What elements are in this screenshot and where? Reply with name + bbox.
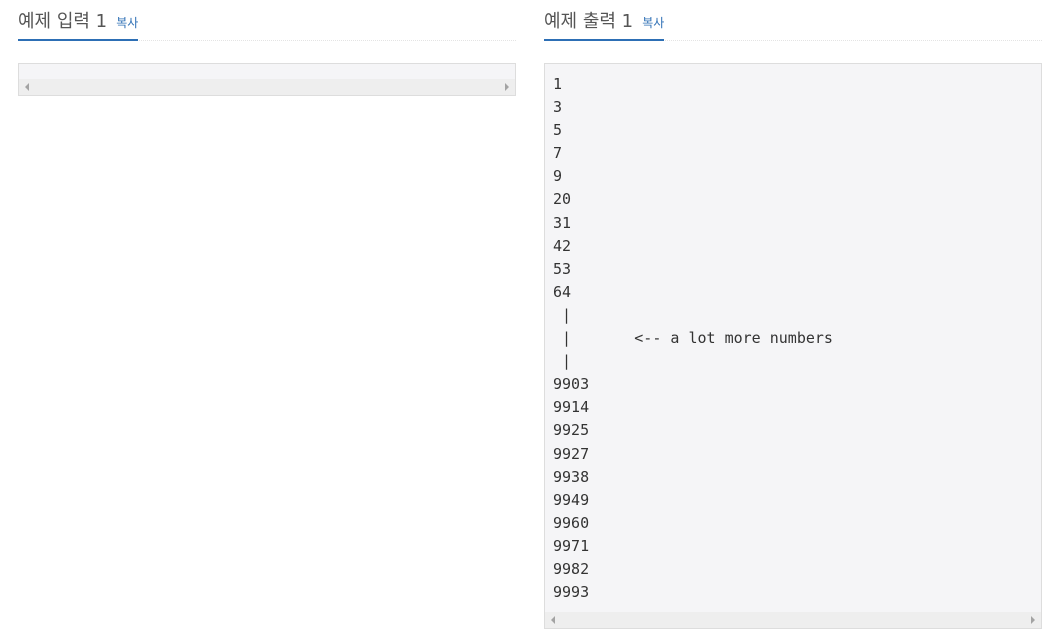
sample-output-title-tab: 예제 출력 1 복사 [544, 0, 665, 41]
caret-left-icon[interactable] [25, 83, 29, 91]
sample-input-text [19, 64, 515, 79]
sample-input-panel: 예제 입력 1 복사 [18, 0, 516, 96]
caret-right-icon[interactable] [1031, 616, 1035, 624]
sample-output-box[interactable]: 1 3 5 7 9 20 31 42 53 64 | | <-- a lot m… [544, 63, 1042, 629]
sample-input-headline: 예제 입력 1 복사 [18, 0, 516, 41]
sample-input-title-tab: 예제 입력 1 복사 [18, 0, 139, 41]
copy-output-button[interactable]: 복사 [642, 16, 664, 30]
caret-right-icon[interactable] [505, 83, 509, 91]
caret-left-icon[interactable] [551, 616, 555, 624]
sample-input-box[interactable] [18, 63, 516, 96]
sample-output-headline: 예제 출력 1 복사 [544, 0, 1042, 41]
sample-output-title: 예제 출력 1 [544, 11, 634, 32]
horizontal-scrollbar[interactable] [19, 79, 515, 95]
sample-output-panel: 예제 출력 1 복사 1 3 5 7 9 20 31 42 53 64 | | … [544, 0, 1042, 629]
copy-input-button[interactable]: 복사 [116, 16, 138, 30]
horizontal-scrollbar[interactable] [545, 612, 1041, 628]
sample-output-text: 1 3 5 7 9 20 31 42 53 64 | | <-- a lot m… [553, 75, 833, 602]
sample-input-title: 예제 입력 1 [18, 11, 108, 32]
